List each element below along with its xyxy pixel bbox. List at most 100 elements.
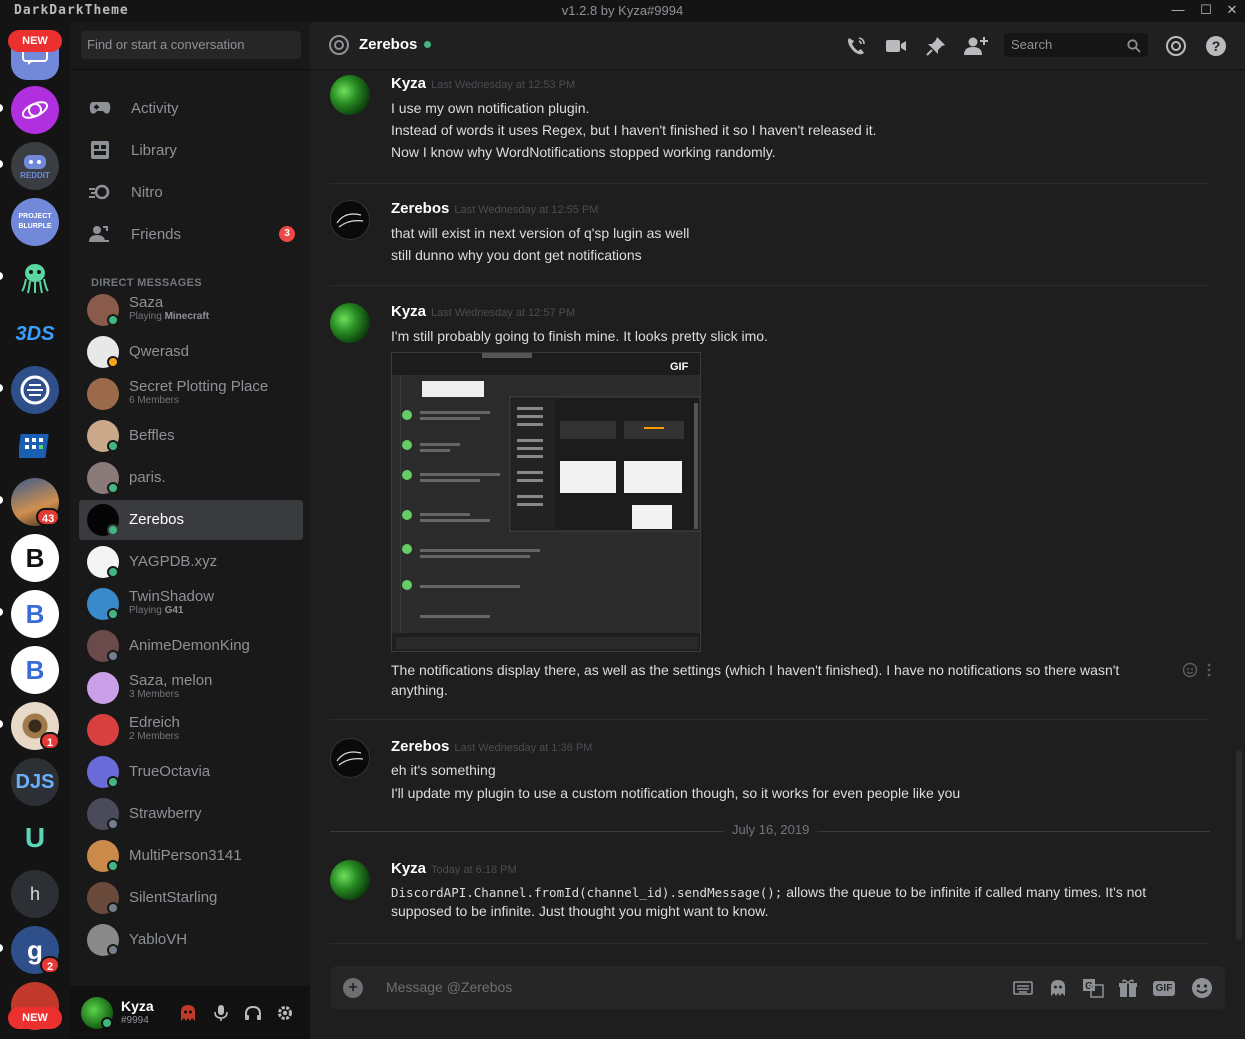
find-conversation-input[interactable]: Find or start a conversation bbox=[81, 31, 301, 59]
avatar[interactable] bbox=[330, 860, 370, 900]
server-b3-outline[interactable]: B bbox=[11, 646, 59, 694]
server-unread-badge: 43 bbox=[36, 508, 61, 526]
octopus-icon bbox=[21, 264, 49, 294]
message-text: I'll update my plugin to use a custom no… bbox=[391, 785, 961, 801]
avatar[interactable] bbox=[330, 200, 370, 240]
status-offline-icon bbox=[107, 902, 119, 914]
app-version: v1.2.8 by Kyza#9994 bbox=[561, 3, 684, 18]
message-timestamp: Last Wednesday at 1:36 PM bbox=[454, 742, 593, 754]
avatar[interactable] bbox=[330, 303, 370, 343]
nav-nitro[interactable]: Nitro bbox=[79, 172, 303, 212]
dm-item[interactable]: Secret Plotting Place 6 Members bbox=[79, 374, 303, 414]
status-offline-icon bbox=[107, 818, 119, 830]
gif-attachment[interactable]: GIF bbox=[391, 352, 701, 652]
avatar bbox=[87, 378, 119, 410]
translate-icon[interactable]: G bbox=[1081, 976, 1105, 1000]
dm-item[interactable]: Qwerasd bbox=[79, 332, 303, 372]
server-b3-blue[interactable]: B bbox=[11, 590, 59, 638]
minimize-button[interactable]: — bbox=[1168, 2, 1188, 17]
message-text: DiscordAPI.Channel.fromId(channel_id).se… bbox=[391, 884, 1147, 900]
message-input[interactable]: Message @Zerebos bbox=[386, 979, 512, 995]
dm-item[interactable]: Strawberry bbox=[79, 794, 303, 834]
message-timestamp: Last Wednesday at 12:53 PM bbox=[431, 79, 576, 91]
mentions-icon[interactable] bbox=[1164, 34, 1188, 58]
svg-text:?: ? bbox=[1212, 38, 1221, 54]
server-h[interactable]: h bbox=[11, 870, 59, 918]
message-author[interactable]: Kyza Last Wednesday at 12:53 PM bbox=[391, 75, 575, 92]
dm-subtext: 2 Members bbox=[129, 731, 180, 742]
dm-item[interactable]: Saza Playing Minecraft bbox=[79, 290, 303, 330]
gift-icon[interactable] bbox=[1116, 976, 1140, 1000]
gif-picker-button[interactable]: GIF bbox=[1151, 976, 1177, 1000]
ghost-icon[interactable] bbox=[1046, 976, 1070, 1000]
dm-item[interactable]: TwinShadow Playing G41 bbox=[79, 584, 303, 624]
more-options-icon[interactable] bbox=[1206, 662, 1212, 683]
status-idle-icon bbox=[107, 356, 119, 368]
title-bar: DarkDarkTheme v1.2.8 by Kyza#9994 — ☐ ✕ bbox=[0, 0, 1245, 22]
ghost-icon[interactable] bbox=[178, 1003, 198, 1023]
nav-activity[interactable]: Activity bbox=[79, 88, 303, 128]
server-calculator[interactable] bbox=[11, 422, 59, 470]
dm-name: Qwerasd bbox=[129, 343, 190, 360]
dm-item[interactable]: SilentStarling bbox=[79, 878, 303, 918]
dm-item[interactable]: YAGPDB.xyz bbox=[79, 542, 303, 582]
dm-item[interactable]: AnimeDemonKing bbox=[79, 626, 303, 666]
close-button[interactable]: ✕ bbox=[1222, 2, 1242, 18]
message-author[interactable]: Zerebos Last Wednesday at 12:55 PM bbox=[391, 200, 598, 217]
pin-icon[interactable] bbox=[924, 34, 948, 58]
call-icon[interactable] bbox=[844, 34, 868, 58]
add-friend-icon[interactable] bbox=[964, 34, 988, 58]
dm-name: TrueOctavia bbox=[129, 763, 211, 780]
dm-subtext: Playing G41 bbox=[129, 605, 184, 616]
server-spiral[interactable] bbox=[11, 366, 59, 414]
dm-item[interactable]: MultiPerson3141 bbox=[79, 836, 303, 876]
settings-gear-icon[interactable] bbox=[275, 1003, 295, 1023]
message-text: The notifications display there, as well… bbox=[391, 662, 1120, 678]
status-online-icon bbox=[107, 608, 119, 620]
headphones-icon[interactable] bbox=[243, 1003, 263, 1023]
server-u-logo[interactable]: U bbox=[11, 814, 59, 862]
dm-item[interactable]: TrueOctavia bbox=[79, 752, 303, 792]
gif-label: GIF bbox=[670, 361, 689, 373]
nav-library[interactable]: Library bbox=[79, 130, 303, 170]
server-3ds[interactable]: 3DS bbox=[11, 310, 59, 358]
server-reddit[interactable]: REDDIT bbox=[11, 142, 59, 190]
message-text: eh it's something bbox=[391, 762, 496, 778]
avatar[interactable] bbox=[330, 738, 370, 778]
message-author[interactable]: Zerebos Last Wednesday at 1:36 PM bbox=[391, 738, 592, 755]
message-author[interactable]: Kyza Today at 6:18 PM bbox=[391, 860, 517, 877]
message-author[interactable]: Kyza Last Wednesday at 12:57 PM bbox=[391, 303, 575, 320]
dm-item[interactable]: Zerebos bbox=[79, 500, 303, 540]
dm-item[interactable]: YabloVH bbox=[79, 920, 303, 960]
upload-plus-button[interactable]: + bbox=[343, 978, 363, 998]
server-icon[interactable] bbox=[11, 86, 59, 134]
friends-badge: 3 bbox=[279, 226, 295, 242]
avatar[interactable] bbox=[330, 75, 370, 115]
status-online-icon bbox=[107, 776, 119, 788]
orbit-icon bbox=[21, 101, 49, 119]
user-tag: #9994 bbox=[121, 1015, 149, 1026]
server-list: NEW REDDIT PROJECT BLURPLE 3DS 43 B B B 1… bbox=[0, 22, 70, 1039]
keyboard-icon[interactable] bbox=[1011, 976, 1035, 1000]
dm-item[interactable]: Edreich 2 Members bbox=[79, 710, 303, 750]
add-reaction-icon[interactable] bbox=[1182, 662, 1198, 683]
server-project-blurple[interactable]: PROJECT BLURPLE bbox=[11, 198, 59, 246]
dm-item[interactable]: Beffles bbox=[79, 416, 303, 456]
at-icon bbox=[328, 34, 350, 61]
direct-messages-header: DIRECT MESSAGES bbox=[91, 277, 202, 289]
emoji-icon[interactable] bbox=[1190, 976, 1214, 1000]
dm-item[interactable]: paris. bbox=[79, 458, 303, 498]
dm-subtext: Playing Minecraft bbox=[129, 311, 210, 322]
server-djs[interactable]: DJS bbox=[11, 758, 59, 806]
message-scrollbar[interactable] bbox=[1236, 750, 1242, 940]
dm-name: Edreich bbox=[129, 714, 180, 731]
help-icon[interactable]: ? bbox=[1204, 34, 1228, 58]
avatar bbox=[87, 672, 119, 704]
server-b3-dark[interactable]: B bbox=[11, 534, 59, 582]
nav-friends[interactable]: Friends 3 bbox=[79, 214, 303, 254]
server-octopus[interactable] bbox=[11, 254, 59, 302]
maximize-button[interactable]: ☐ bbox=[1196, 2, 1216, 18]
video-icon[interactable] bbox=[884, 34, 908, 58]
dm-item[interactable]: Saza, melon 3 Members bbox=[79, 668, 303, 708]
microphone-icon[interactable] bbox=[211, 1003, 231, 1023]
